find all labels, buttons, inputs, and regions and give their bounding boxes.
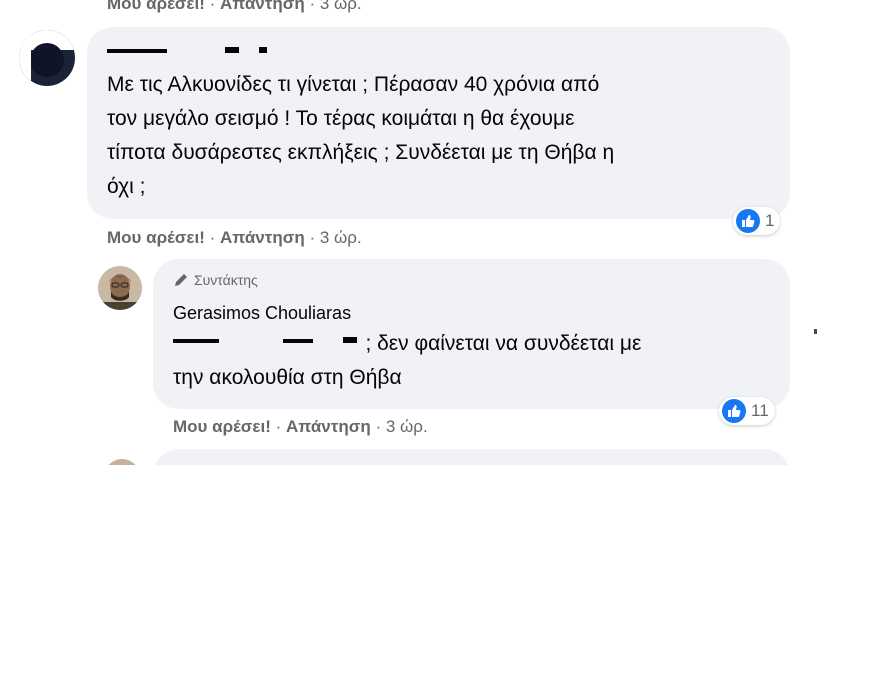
reaction-count: 1 bbox=[765, 211, 775, 230]
author-badge: Συντάκτης bbox=[173, 272, 258, 288]
redacted-mention bbox=[173, 327, 361, 347]
comment-actions: Μου αρέσει! · Απάντηση · 3 ώρ. bbox=[107, 228, 362, 248]
like-action[interactable]: Μου αρέσει! bbox=[173, 417, 271, 436]
pencil-icon bbox=[175, 274, 187, 286]
reaction-summary[interactable]: 1 bbox=[733, 207, 781, 235]
badge-label: Συντάκτης bbox=[194, 272, 258, 288]
separator: · bbox=[309, 0, 320, 13]
next-avatar[interactable] bbox=[104, 459, 140, 465]
like-action[interactable]: Μου αρέσει! bbox=[107, 0, 205, 13]
top-comment-actions: Μου αρέσει! · Απάντηση · 3 ώρ. bbox=[107, 0, 362, 14]
comment-text: Με τις Αλκυονίδες τι γίνεται ; Πέρασαν 4… bbox=[107, 73, 615, 198]
like-action[interactable]: Μου αρέσει! bbox=[107, 228, 205, 247]
reaction-summary[interactable]: 11 bbox=[719, 397, 775, 425]
comment-time: 3 ώρ. bbox=[385, 417, 428, 436]
separator: · bbox=[375, 417, 386, 436]
reply-actions: Μου αρέσει! · Απάντηση · 3 ώρ. bbox=[173, 417, 428, 437]
comment-thread-screenshot: Μου αρέσει! · Απάντηση · 3 ώρ. Με τις Αλ… bbox=[0, 0, 880, 465]
comment-time: 3 ώρ. bbox=[319, 0, 362, 13]
comment-bubble: Με τις Αλκυονίδες τι γίνεται ; Πέρασαν 4… bbox=[87, 27, 790, 219]
reply-action[interactable]: Απάντηση bbox=[220, 228, 305, 247]
reaction-count: 11 bbox=[751, 401, 769, 420]
reply-action[interactable]: Απάντηση bbox=[220, 0, 305, 13]
separator: · bbox=[275, 417, 287, 436]
separator: · bbox=[309, 228, 320, 247]
reply-action[interactable]: Απάντηση bbox=[286, 417, 371, 436]
stray-mark bbox=[814, 329, 817, 334]
author-name[interactable]: Gerasimos Chouliaras bbox=[173, 303, 351, 324]
redacted-author-name bbox=[107, 41, 277, 53]
avatar[interactable] bbox=[19, 30, 75, 86]
separator: · bbox=[209, 0, 221, 13]
like-icon bbox=[722, 399, 746, 423]
reply-bubble: Συντάκτης Gerasimos Chouliaras ; δεν φαί… bbox=[153, 259, 790, 409]
like-icon bbox=[736, 209, 760, 233]
next-reply-bubble bbox=[153, 449, 790, 465]
author-avatar[interactable] bbox=[98, 266, 142, 310]
separator: · bbox=[209, 228, 221, 247]
comment-time: 3 ώρ. bbox=[319, 228, 362, 247]
